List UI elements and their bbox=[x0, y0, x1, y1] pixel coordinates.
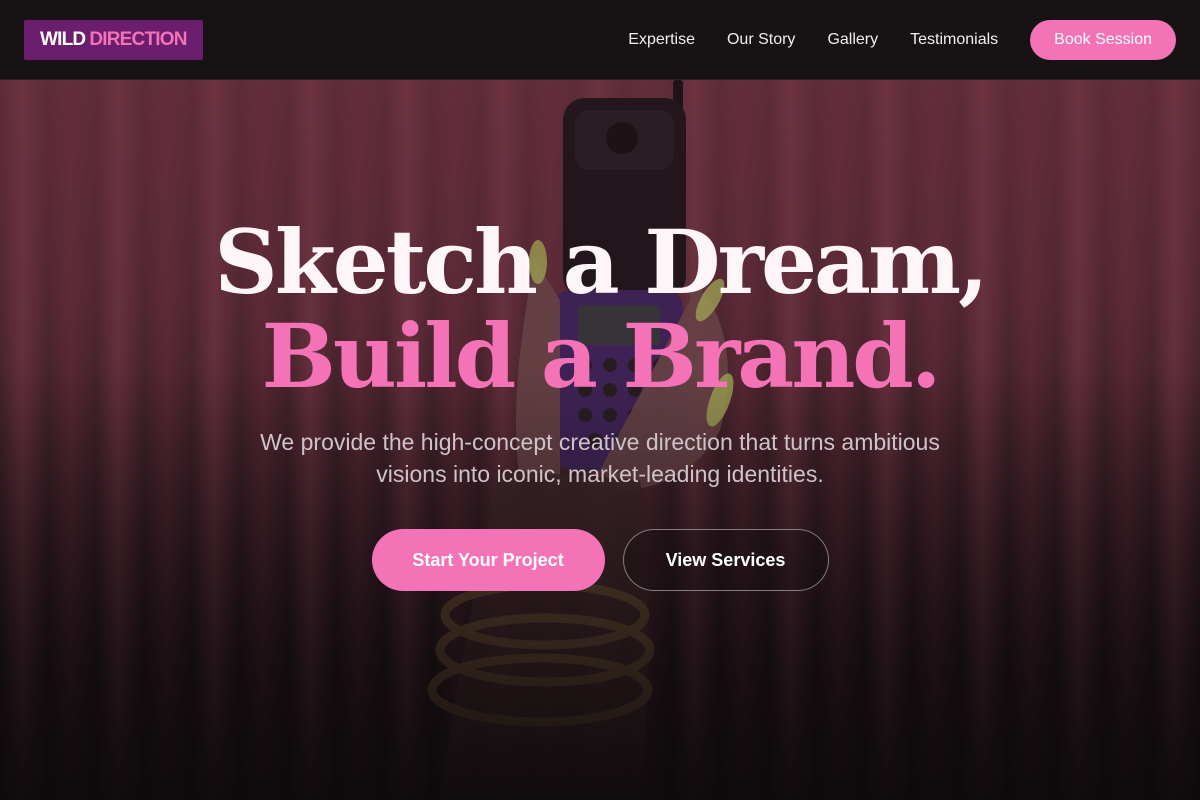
view-services-button[interactable]: View Services bbox=[622, 529, 829, 591]
nav-link-gallery[interactable]: Gallery bbox=[827, 31, 878, 49]
nav-link-our-story[interactable]: Our Story bbox=[727, 31, 795, 49]
hero-subtitle: We provide the high-concept creative dir… bbox=[260, 429, 940, 487]
hero-section: Sketch a Dream, Build a Brand. We provid… bbox=[0, 80, 1200, 800]
logo-word-direction: DIRECTION bbox=[89, 28, 187, 50]
nav-link-testimonials[interactable]: Testimonials bbox=[910, 31, 998, 49]
site-header: WILD DIRECTION Expertise Our Story Galle… bbox=[0, 0, 1200, 80]
logo-word-wild: WILD bbox=[40, 28, 86, 50]
hero-headline-line1: Sketch a Dream, bbox=[214, 210, 988, 314]
brand-logo[interactable]: WILD DIRECTION bbox=[24, 19, 203, 60]
hero-headline-line2: Build a Brand. bbox=[261, 304, 942, 408]
main-nav: Expertise Our Story Gallery Testimonials… bbox=[628, 19, 1176, 60]
start-project-button[interactable]: Start Your Project bbox=[371, 529, 605, 591]
hero-cta-group: Start Your Project View Services bbox=[0, 529, 1200, 591]
book-session-button[interactable]: Book Session bbox=[1030, 19, 1176, 60]
nav-link-expertise[interactable]: Expertise bbox=[628, 31, 695, 49]
